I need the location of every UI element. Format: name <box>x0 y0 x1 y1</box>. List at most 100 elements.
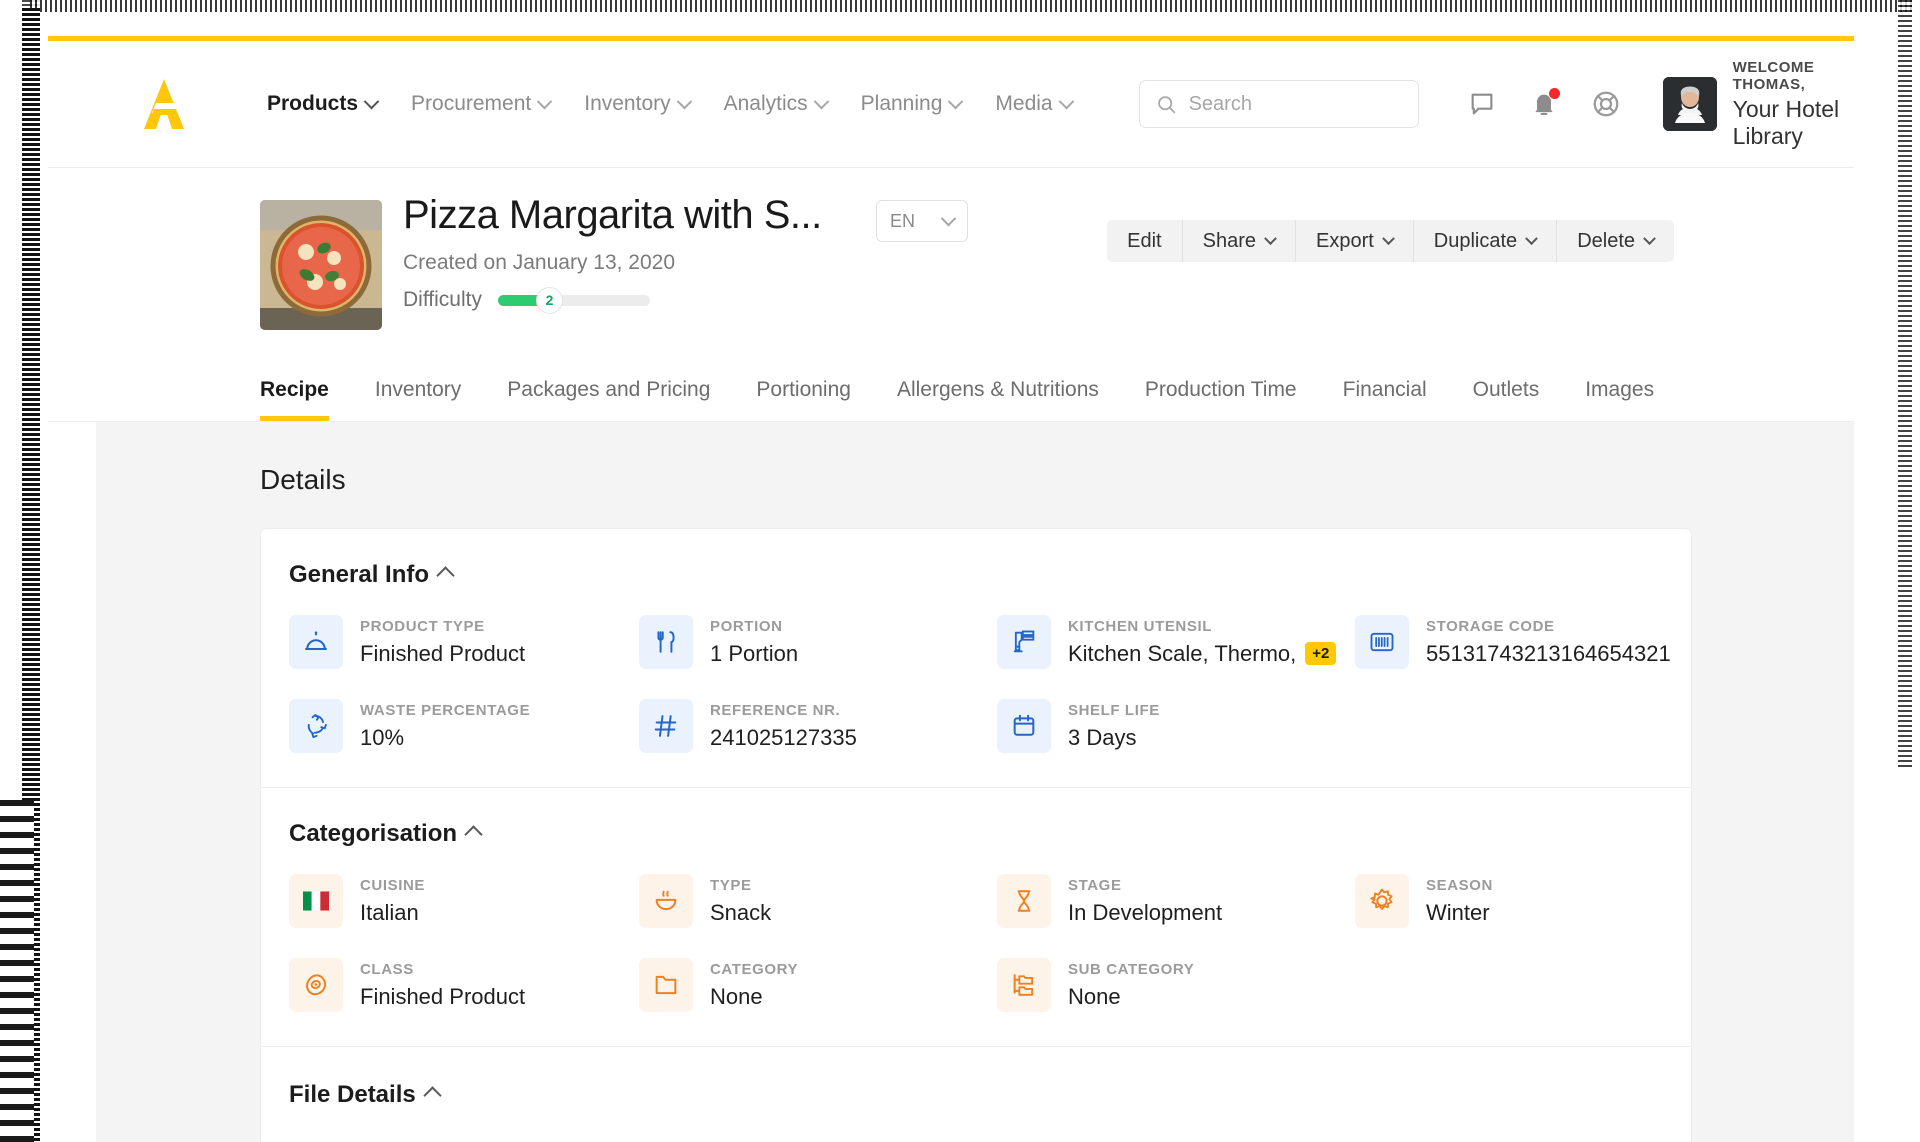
chevron-down-icon <box>1643 231 1656 245</box>
chevron-down-icon <box>536 93 553 109</box>
apicbase-a-logo[interactable] <box>134 73 196 135</box>
chevron-up-icon <box>436 565 455 585</box>
chevron-down-icon <box>1264 231 1277 245</box>
field-class-value: Finished Product <box>360 983 526 1009</box>
section-file-details-title: File Details <box>289 1081 416 1108</box>
field-product-type: PRODUCT TYPE Finished Product <box>289 615 639 669</box>
product-header: Pizza Margarita with S... Created on Jan… <box>48 168 1854 356</box>
section-categorisation-title: Categorisation <box>289 820 458 847</box>
hourglass-icon <box>997 874 1051 928</box>
field-reference-nr-value: 241025127335 <box>710 724 857 750</box>
tab-portioning[interactable]: Portioning <box>733 378 874 421</box>
tab-financial[interactable]: Financial <box>1320 378 1450 421</box>
product-thumbnail[interactable] <box>260 200 382 330</box>
product-action-toolbar: Edit Share Export Duplicate Delete <box>1107 220 1674 262</box>
field-storage-code-label: STORAGE CODE <box>1426 617 1555 635</box>
section-file-details-header[interactable]: File Details <box>289 1081 1691 1109</box>
field-category: CATEGORY None <box>639 958 997 1012</box>
screenshot-root: Products Procurement Inventory Analytics… <box>0 0 1920 1142</box>
page-edge-right-white <box>1912 0 1920 1142</box>
tab-inventory-label: Inventory <box>374 378 462 401</box>
field-cuisine-label: CUISINE <box>360 876 426 894</box>
tab-allergens-nutritions-label: Allergens & Nutritions <box>896 378 1099 401</box>
duplicate-button[interactable]: Duplicate <box>1414 220 1558 262</box>
export-button[interactable]: Export <box>1296 220 1414 262</box>
delete-button[interactable]: Delete <box>1557 220 1674 262</box>
nav-item-analytics[interactable]: Analytics <box>707 92 844 116</box>
user-menu[interactable]: WELCOME THOMAS, Your Hotel Library <box>1662 59 1854 150</box>
export-button-label: Export <box>1315 229 1374 252</box>
field-type-value: Snack <box>710 899 772 925</box>
italy-flag-icon <box>289 874 343 928</box>
folder-icon <box>639 958 693 1012</box>
chevron-down-icon <box>940 210 957 226</box>
bell-icon[interactable] <box>1527 87 1561 121</box>
field-kitchen-utensil: KITCHEN UTENSIL Kitchen Scale, Thermo, +… <box>997 615 1355 669</box>
field-category-value: None <box>710 983 763 1009</box>
delete-button-label: Delete <box>1577 229 1635 252</box>
page-edge-white-strip <box>0 0 22 1142</box>
nav-item-media[interactable]: Media <box>978 92 1088 116</box>
chevron-down-icon <box>363 93 380 109</box>
difficulty-row: Difficulty 2 <box>403 286 822 314</box>
section-general-info-title: General Info <box>289 561 430 588</box>
recycle-icon <box>289 699 343 753</box>
tab-financial-label: Financial <box>1342 378 1427 401</box>
chevron-down-icon <box>813 93 829 109</box>
kitchen-utensil-overflow-badge[interactable]: +2 <box>1305 642 1337 665</box>
difficulty-slider[interactable]: 2 <box>497 286 650 314</box>
nav-item-products-label: Products <box>267 92 359 115</box>
created-date: Created on January 13, 2020 <box>403 251 676 274</box>
section-general-info: General Info PRODUCT TYPE Finished Produ… <box>261 529 1691 788</box>
notification-badge-dot <box>1548 88 1560 99</box>
tab-images[interactable]: Images <box>1562 378 1677 421</box>
lifebuoy-help-icon[interactable] <box>1589 87 1623 121</box>
field-category-label: CATEGORY <box>710 960 799 978</box>
blender-icon <box>997 615 1051 669</box>
edit-button[interactable]: Edit <box>1107 220 1183 262</box>
fork-knife-icon <box>639 615 693 669</box>
field-season-label: SEASON <box>1426 876 1493 894</box>
section-categorisation-header[interactable]: Categorisation <box>289 820 1691 848</box>
avatar <box>1662 77 1717 131</box>
field-kitchen-utensil-label: KITCHEN UTENSIL <box>1068 617 1212 635</box>
language-selector[interactable]: EN <box>876 200 968 242</box>
share-button[interactable]: Share <box>1183 220 1296 262</box>
tab-bar: Recipe Inventory Packages and Pricing Po… <box>48 356 1854 422</box>
field-reference-nr: REFERENCE NR. 241025127335 <box>639 699 997 753</box>
section-general-info-header[interactable]: General Info <box>289 561 1691 589</box>
chat-icon[interactable] <box>1465 87 1499 121</box>
page-title: Pizza Margarita with S... <box>403 193 822 237</box>
field-season-value: Winter <box>1426 899 1490 925</box>
search-box[interactable] <box>1138 80 1419 128</box>
content-area: Details General Info PRODUCT TYPE Finish… <box>96 422 1854 1142</box>
field-reference-nr-label: REFERENCE NR. <box>710 701 841 719</box>
search-input[interactable] <box>1188 92 1379 116</box>
soup-bowl-icon <box>639 874 693 928</box>
nav-item-products[interactable]: Products <box>250 92 394 116</box>
field-shelf-life-label: SHELF LIFE <box>1068 701 1160 719</box>
difficulty-label: Difficulty <box>403 288 482 311</box>
duplicate-button-label: Duplicate <box>1433 229 1518 252</box>
user-text: WELCOME THOMAS, Your Hotel Library <box>1733 59 1854 150</box>
tab-production-time-label: Production Time <box>1144 378 1297 401</box>
nav-item-procurement[interactable]: Procurement <box>394 92 567 116</box>
nav-item-inventory[interactable]: Inventory <box>567 92 706 116</box>
field-stage: STAGE In Development <box>997 874 1355 928</box>
organization-label: Your Hotel Library <box>1732 95 1840 149</box>
field-cuisine: CUISINE Italian <box>289 874 639 928</box>
tab-packages-and-pricing[interactable]: Packages and Pricing <box>484 378 733 421</box>
nav-links: Products Procurement Inventory Analytics… <box>250 92 1089 116</box>
tab-outlets[interactable]: Outlets <box>1450 378 1563 421</box>
tab-portioning-label: Portioning <box>756 378 851 401</box>
field-class-label: CLASS <box>360 960 414 978</box>
tab-production-time[interactable]: Production Time <box>1122 378 1320 421</box>
details-card: General Info PRODUCT TYPE Finished Produ… <box>260 528 1692 1142</box>
field-type-label: TYPE <box>710 876 752 894</box>
nav-item-planning[interactable]: Planning <box>844 92 979 116</box>
tab-allergens-nutritions[interactable]: Allergens & Nutritions <box>874 378 1122 421</box>
tab-recipe[interactable]: Recipe <box>260 378 352 421</box>
chevron-down-icon <box>676 93 692 109</box>
sun-icon <box>1355 874 1409 928</box>
tab-inventory[interactable]: Inventory <box>352 378 484 421</box>
